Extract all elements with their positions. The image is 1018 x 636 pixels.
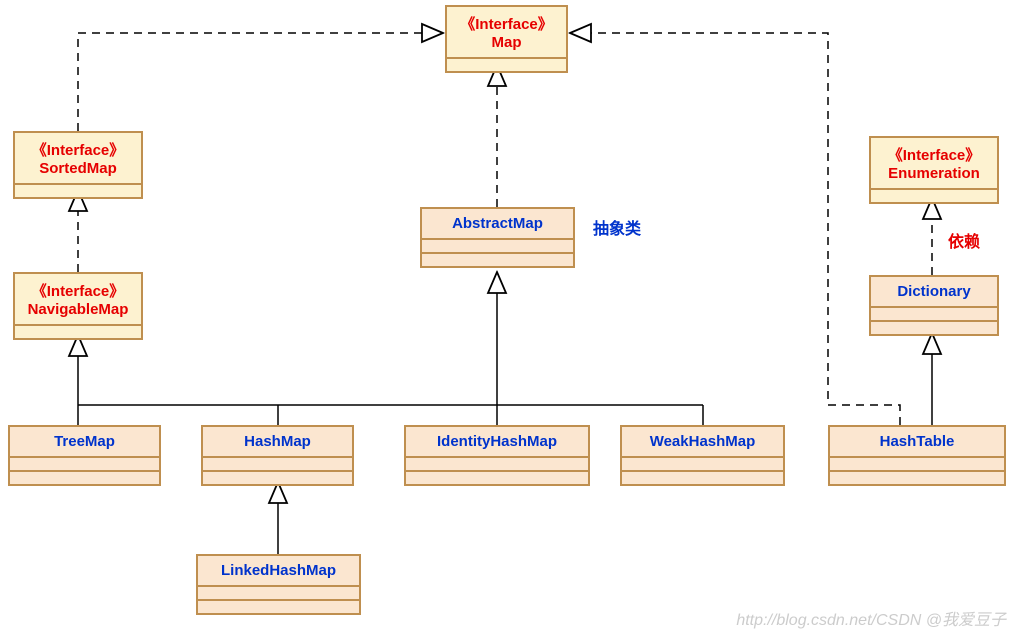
class-name: TreeMap: [10, 427, 159, 458]
interface-enumeration-title: 《Interface》 Enumeration: [871, 138, 997, 190]
class-hashtable: HashTable: [828, 425, 1006, 486]
class-name: IdentityHashMap: [406, 427, 588, 458]
class-name: Enumeration: [888, 165, 980, 182]
interface-enumeration: 《Interface》 Enumeration: [869, 136, 999, 204]
uml-diagram: 《Interface》 Map 《Interface》 SortedMap 《I…: [0, 0, 1018, 636]
class-name: HashTable: [830, 427, 1004, 458]
class-name: HashMap: [203, 427, 352, 458]
class-name: LinkedHashMap: [198, 556, 359, 587]
class-dictionary: Dictionary: [869, 275, 999, 336]
interface-map: 《Interface》 Map: [445, 5, 568, 73]
class-treemap: TreeMap: [8, 425, 161, 486]
annotation-abstract-class: 抽象类: [593, 215, 641, 239]
class-hashmap: HashMap: [201, 425, 354, 486]
class-name: Map: [492, 34, 522, 51]
interface-sortedmap-title: 《Interface》 SortedMap: [15, 133, 141, 185]
interface-navigablemap-title: 《Interface》 NavigableMap: [15, 274, 141, 326]
stereotype-label: 《Interface》: [451, 13, 562, 34]
class-linkedhashmap: LinkedHashMap: [196, 554, 361, 615]
stereotype-label: 《Interface》: [19, 280, 137, 301]
interface-navigablemap: 《Interface》 NavigableMap: [13, 272, 143, 340]
class-name: WeakHashMap: [622, 427, 783, 458]
interface-map-title: 《Interface》 Map: [447, 7, 566, 59]
connector-layer: [0, 0, 1018, 636]
stereotype-label: 《Interface》: [19, 139, 137, 160]
annotation-dependency: 依赖: [948, 228, 980, 252]
interface-sortedmap: 《Interface》 SortedMap: [13, 131, 143, 199]
class-abstractmap: AbstractMap: [420, 207, 575, 268]
class-name: AbstractMap: [422, 209, 573, 240]
class-weakhashmap: WeakHashMap: [620, 425, 785, 486]
class-identityhashmap: IdentityHashMap: [404, 425, 590, 486]
watermark: http://blog.csdn.net/CSDN @我爱豆子: [736, 606, 1006, 630]
class-name: NavigableMap: [28, 301, 129, 318]
stereotype-label: 《Interface》: [875, 144, 993, 165]
class-name: Dictionary: [871, 277, 997, 308]
class-name: SortedMap: [39, 160, 117, 177]
